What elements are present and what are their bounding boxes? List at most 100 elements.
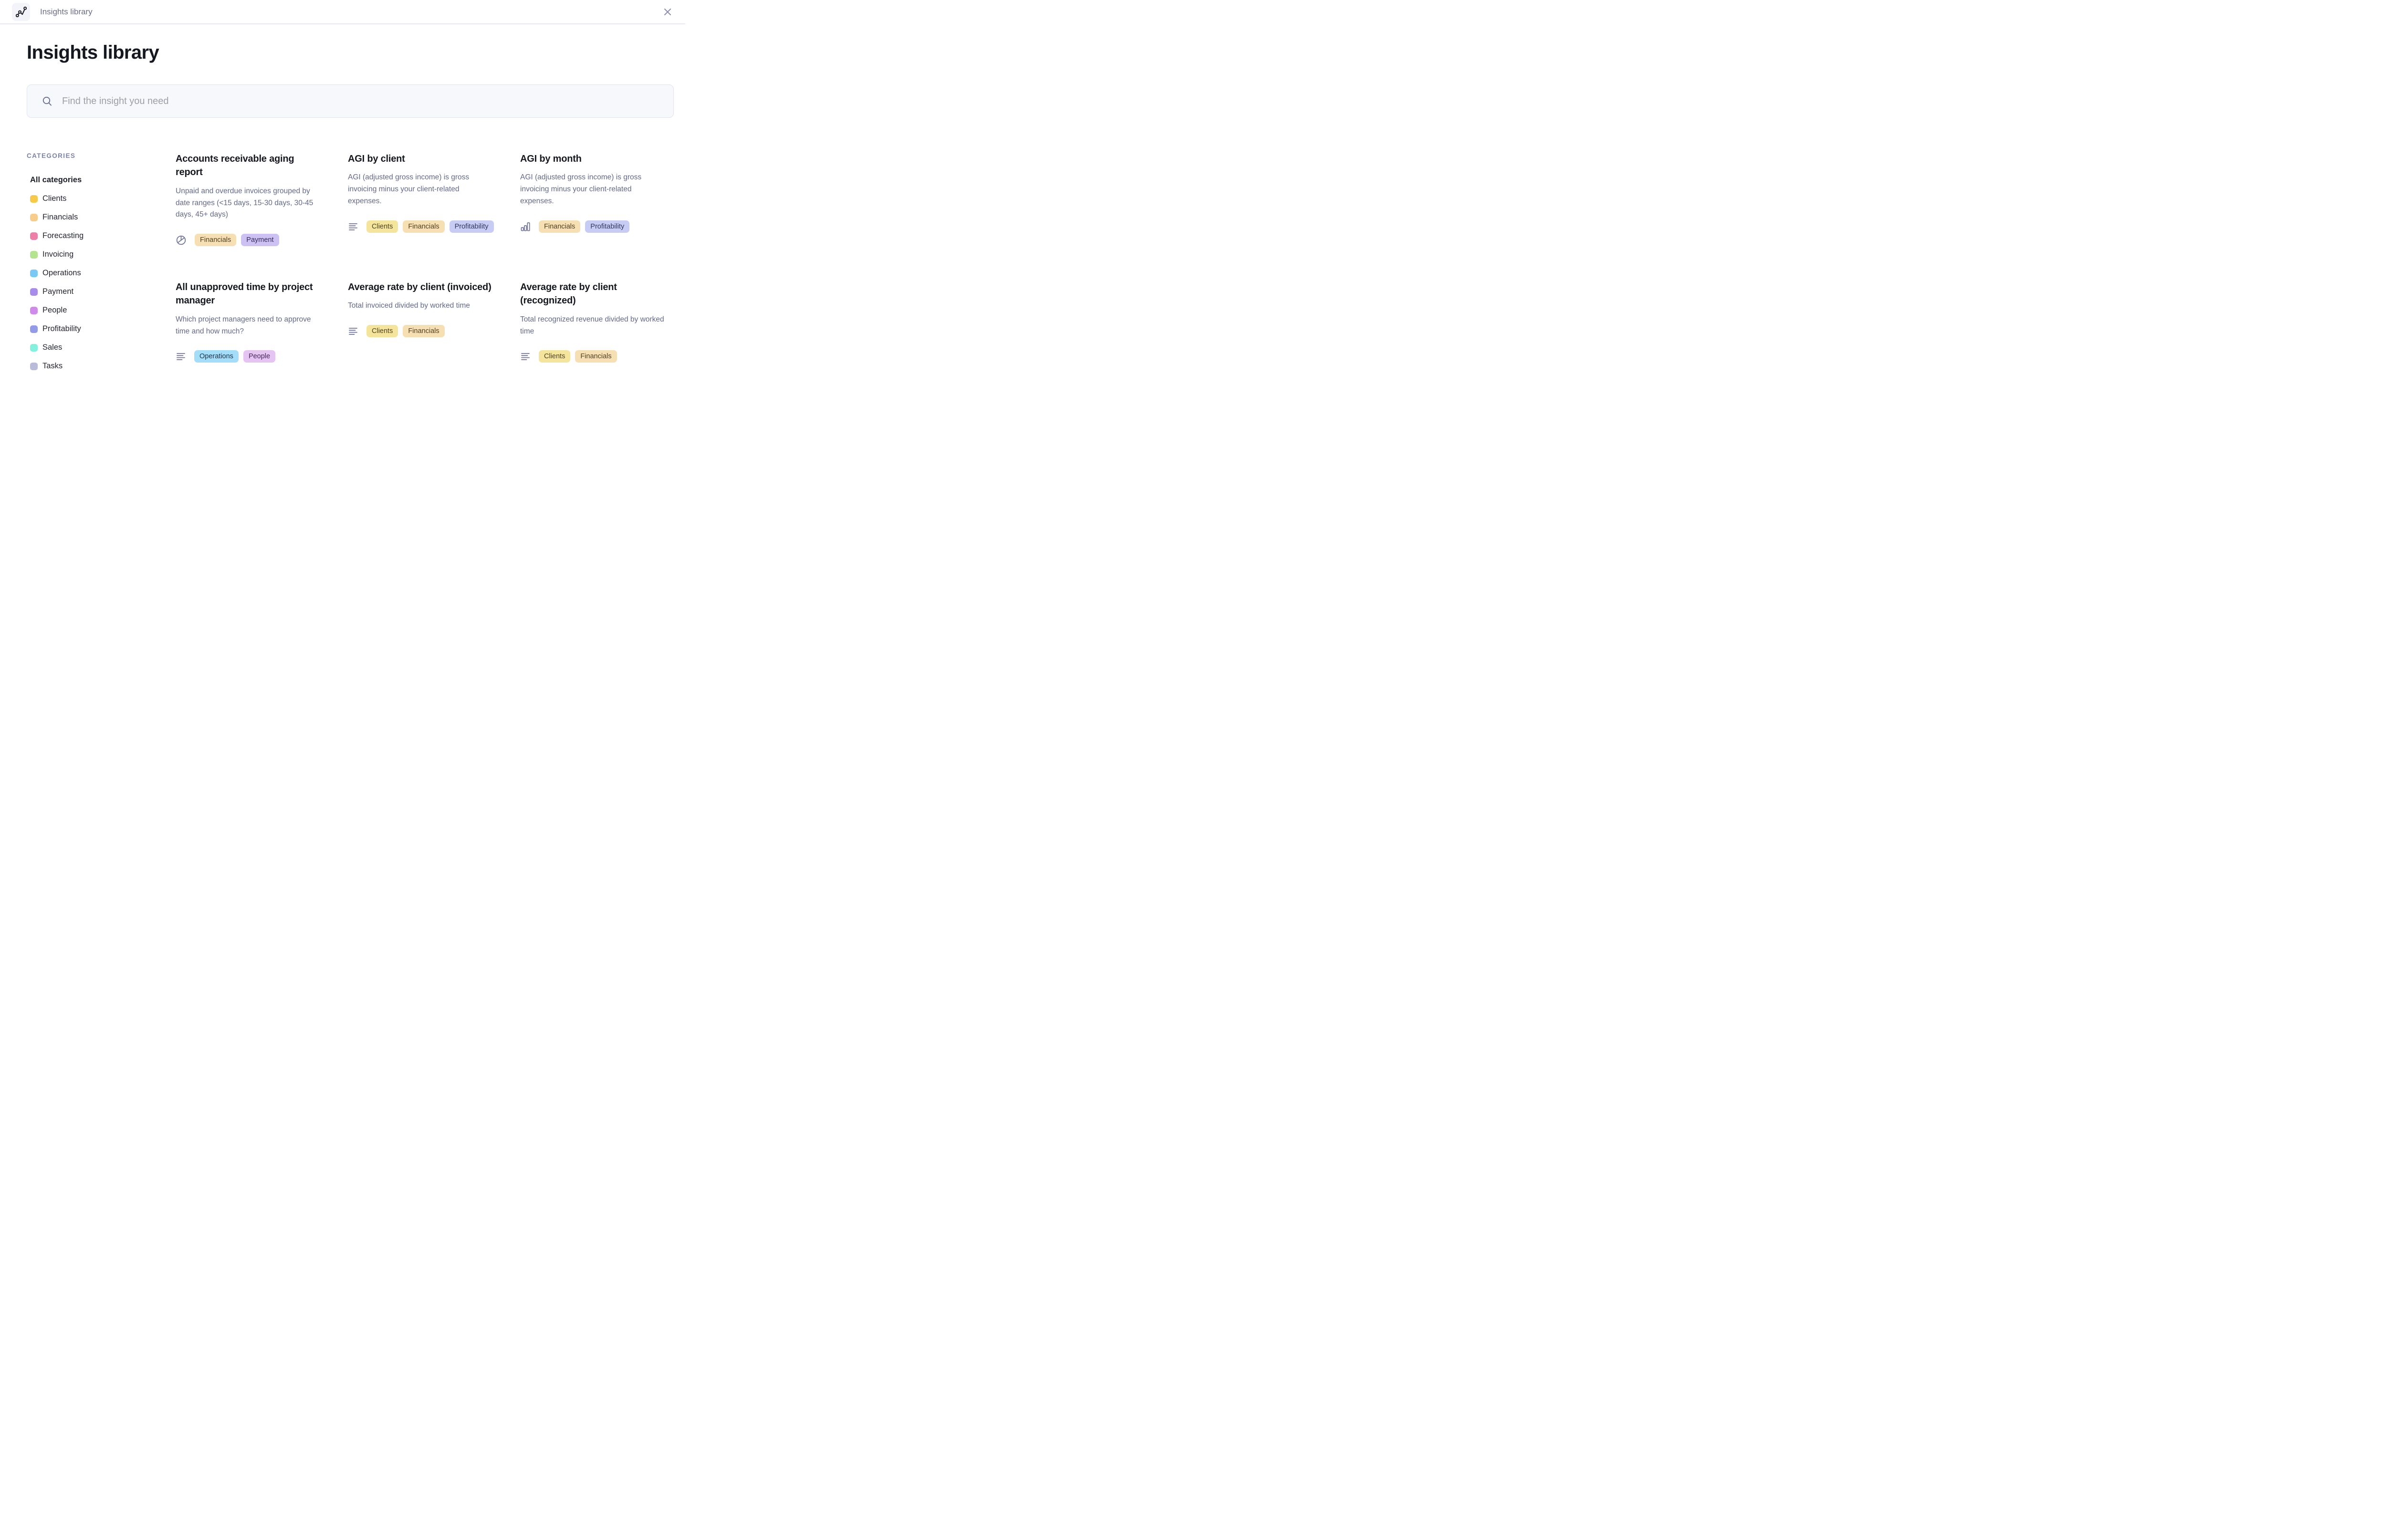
bar-chart-icon bbox=[520, 221, 531, 232]
list-icon bbox=[348, 326, 358, 336]
category-label: Operations bbox=[42, 269, 81, 278]
insight-card-meta: Financials Payment bbox=[176, 234, 323, 246]
category-color-swatch bbox=[30, 214, 38, 221]
insight-card-meta: Clients Financials bbox=[520, 350, 667, 363]
sidebar-item-tasks[interactable]: Tasks bbox=[30, 357, 176, 375]
sidebar-item-invoicing[interactable]: Invoicing bbox=[30, 245, 176, 264]
list-icon bbox=[176, 351, 186, 362]
category-color-swatch bbox=[30, 270, 38, 277]
category-color-swatch bbox=[30, 307, 38, 314]
category-color-swatch bbox=[30, 288, 38, 296]
page-title: Insights library bbox=[27, 42, 674, 63]
insight-card-all-unapproved-time-by-project-manager[interactable]: All unapproved time by project manager W… bbox=[176, 281, 323, 409]
list-icon bbox=[520, 351, 531, 362]
insight-card-meta: Operations People bbox=[176, 350, 323, 363]
tag-clients[interactable]: Clients bbox=[366, 220, 398, 233]
insight-cards-grid: Accounts receivable aging report Unpaid … bbox=[176, 152, 674, 409]
insight-card-agi-by-month[interactable]: AGI by month AGI (adjusted gross income)… bbox=[520, 152, 667, 281]
sidebar-item-payment[interactable]: Payment bbox=[30, 282, 176, 301]
category-label: Profitability bbox=[42, 324, 81, 333]
insight-card-agi-by-client[interactable]: AGI by client AGI (adjusted gross income… bbox=[348, 152, 495, 281]
category-color-swatch bbox=[30, 344, 38, 352]
insight-card-description: AGI (adjusted gross income) is gross inv… bbox=[348, 172, 495, 207]
close-button[interactable] bbox=[660, 5, 675, 19]
pie-chart-icon bbox=[176, 235, 187, 246]
insight-card-meta: Clients Financials bbox=[348, 325, 495, 337]
sidebar-item-operations[interactable]: Operations bbox=[30, 264, 176, 282]
tag-profitability[interactable]: Profitability bbox=[450, 220, 494, 233]
insight-card-tags: Clients Financials bbox=[539, 350, 617, 363]
insight-card-tags: Clients Financials bbox=[366, 325, 445, 337]
categories-heading: CATEGORIES bbox=[27, 152, 176, 159]
search-input[interactable] bbox=[61, 95, 664, 107]
insight-card-title: Average rate by client (recognized) bbox=[520, 281, 667, 308]
tag-operations[interactable]: Operations bbox=[194, 350, 239, 363]
tag-financials[interactable]: Financials bbox=[575, 350, 617, 363]
category-color-swatch bbox=[30, 232, 38, 240]
insight-card-description: Which project managers need to approve t… bbox=[176, 314, 323, 338]
insight-card-average-rate-by-client-recognized[interactable]: Average rate by client (recognized) Tota… bbox=[520, 281, 667, 409]
category-color-swatch bbox=[30, 251, 38, 259]
insight-card-tags: Financials Profitability bbox=[539, 220, 629, 233]
sidebar-item-sales[interactable]: Sales bbox=[30, 338, 176, 357]
list-icon bbox=[348, 326, 358, 336]
tag-payment[interactable]: Payment bbox=[241, 234, 279, 246]
tag-financials[interactable]: Financials bbox=[403, 220, 444, 233]
insight-card-title: Accounts receivable aging report bbox=[176, 152, 323, 179]
all-categories-label: All categories bbox=[30, 176, 82, 185]
category-label: Sales bbox=[42, 343, 62, 352]
insight-search-bar[interactable] bbox=[27, 84, 674, 118]
category-label: Forecasting bbox=[42, 231, 84, 240]
insight-card-description: Total recognized revenue divided by work… bbox=[520, 314, 667, 338]
tag-clients[interactable]: Clients bbox=[366, 325, 398, 337]
tag-profitability[interactable]: Profitability bbox=[585, 220, 629, 233]
insight-card-tags: Financials Payment bbox=[195, 234, 279, 246]
insight-card-average-rate-by-client-invoiced[interactable]: Average rate by client (invoiced) Total … bbox=[348, 281, 495, 409]
insight-card-title: Average rate by client (invoiced) bbox=[348, 281, 495, 294]
tag-people[interactable]: People bbox=[243, 350, 275, 363]
list-icon bbox=[176, 351, 186, 362]
tag-financials[interactable]: Financials bbox=[195, 234, 236, 246]
tag-financials[interactable]: Financials bbox=[403, 325, 444, 337]
category-color-swatch bbox=[30, 363, 38, 370]
sidebar-item-people[interactable]: People bbox=[30, 301, 176, 320]
sidebar-item-all-categories[interactable]: All categories bbox=[30, 171, 176, 189]
list-icon bbox=[348, 221, 358, 232]
tag-financials[interactable]: Financials bbox=[539, 220, 580, 233]
search-icon bbox=[42, 95, 53, 107]
category-label: Financials bbox=[42, 213, 78, 222]
insight-card-description: AGI (adjusted gross income) is gross inv… bbox=[520, 172, 667, 207]
close-icon bbox=[663, 8, 672, 16]
insight-card-description: Total invoiced divided by worked time bbox=[348, 300, 495, 312]
category-label: Tasks bbox=[42, 362, 63, 371]
insight-card-title: AGI by client bbox=[348, 152, 495, 166]
tag-clients[interactable]: Clients bbox=[539, 350, 570, 363]
categories-sidebar: CATEGORIES All categories Clients Financ… bbox=[27, 152, 176, 375]
window-title: Insights library bbox=[40, 7, 93, 17]
sidebar-category-list: All categories Clients Financials Foreca… bbox=[27, 171, 176, 375]
category-label: People bbox=[42, 306, 67, 315]
sidebar-item-profitability[interactable]: Profitability bbox=[30, 320, 176, 338]
sidebar-item-clients[interactable]: Clients bbox=[30, 189, 176, 208]
sidebar-item-financials[interactable]: Financials bbox=[30, 208, 176, 227]
list-icon bbox=[348, 221, 358, 232]
bar-chart-icon bbox=[520, 221, 531, 232]
insight-card-meta: Clients Financials Profitability bbox=[348, 220, 495, 233]
insight-card-title: AGI by month bbox=[520, 152, 667, 166]
category-label: Payment bbox=[42, 287, 73, 296]
library-body: CATEGORIES All categories Clients Financ… bbox=[27, 152, 674, 409]
insight-card-title: All unapproved time by project manager bbox=[176, 281, 323, 308]
insights-graph-icon bbox=[16, 6, 27, 17]
category-color-swatch bbox=[30, 325, 38, 333]
modal-header: Insights library bbox=[0, 0, 685, 24]
category-label: Clients bbox=[42, 194, 66, 203]
insight-card-accounts-receivable-aging-report[interactable]: Accounts receivable aging report Unpaid … bbox=[176, 152, 323, 281]
insight-card-tags: Clients Financials Profitability bbox=[366, 220, 494, 233]
pie-chart-icon bbox=[176, 235, 187, 246]
sidebar-item-forecasting[interactable]: Forecasting bbox=[30, 227, 176, 245]
app-logo bbox=[12, 3, 30, 21]
insight-card-tags: Operations People bbox=[194, 350, 275, 363]
insight-card-meta: Financials Profitability bbox=[520, 220, 667, 233]
category-color-swatch bbox=[30, 195, 38, 203]
category-label: Invoicing bbox=[42, 250, 73, 259]
